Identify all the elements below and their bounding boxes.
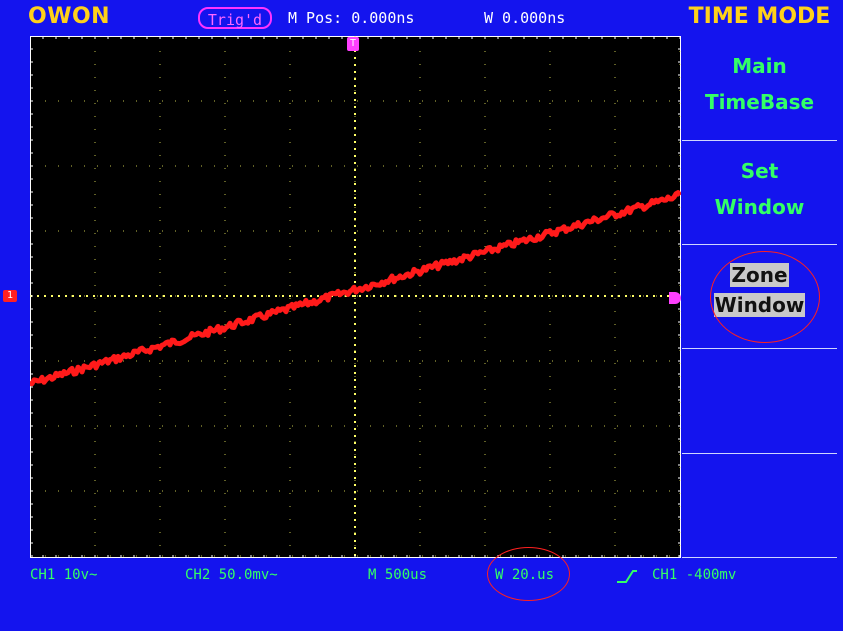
ch1-scale-readout: CH1 10v~ [30,567,98,583]
graticule-svg [30,36,681,558]
menu-item-set-line2: Window [714,195,805,219]
menu-item-set-line1: Set [740,159,779,183]
window-position-readout: W 0.000ns [484,9,566,27]
main-position-readout: M Pos: 0.000ns [288,9,415,27]
ch1-waveform-trace [30,190,681,387]
top-bar: OWON Trig'd M Pos: 0.000ns W 0.000ns TIM… [0,0,843,36]
menu-item-empty-5[interactable] [682,454,837,558]
ch2-scale-readout: CH2 50.0mv~ [185,567,278,583]
waveform-display [30,36,681,558]
trigger-position-marker: T [347,37,359,51]
menu-item-main-line1: Main [732,54,787,78]
brand-logo: OWON [28,4,111,29]
highlight-circle-zone-window [710,251,820,343]
main-timebase-readout: M 500us [368,567,428,583]
trigger-status-badge: Trig'd [198,7,272,29]
menu-item-set-window[interactable]: Set Window [682,141,837,245]
trigger-level-marker [669,292,681,304]
highlight-circle-window-timebase [487,547,570,601]
menu-title: TIME MODE [688,4,831,29]
rising-edge-icon [617,570,637,583]
channel1-level-marker: 1 [3,290,17,302]
trigger-level-readout: CH1 -400mv [652,567,737,583]
menu-item-main-line2: TimeBase [704,90,815,114]
menu-item-empty-4[interactable] [682,349,837,454]
menu-item-main-timebase[interactable]: Main TimeBase [682,36,837,141]
